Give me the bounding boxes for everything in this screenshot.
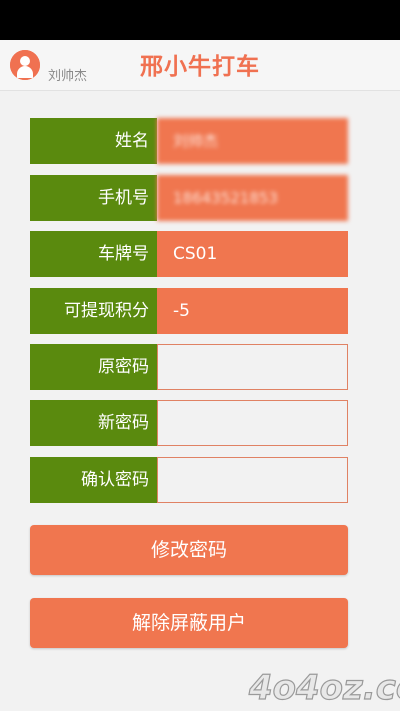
new-password-label: 新密码 — [30, 400, 157, 446]
phone-value: 18643521853 — [157, 175, 348, 221]
points-label: 可提现积分 — [30, 288, 157, 334]
old-password-row: 原密码 — [30, 344, 348, 390]
points-value: -5 — [157, 288, 348, 334]
watermark-text: 4o4oz.com — [248, 668, 400, 708]
change-password-button[interactable]: 修改密码 — [30, 525, 348, 575]
name-label: 姓名 — [30, 118, 157, 164]
confirm-password-input[interactable] — [157, 457, 348, 503]
new-password-row: 新密码 — [30, 400, 348, 446]
plate-label: 车牌号 — [30, 231, 157, 277]
name-value: 刘帅杰 — [157, 118, 348, 164]
new-password-input[interactable] — [157, 400, 348, 446]
unblock-users-button[interactable]: 解除屏蔽用户 — [30, 598, 348, 648]
confirm-password-label: 确认密码 — [30, 457, 157, 503]
phone-label: 手机号 — [30, 175, 157, 221]
points-row: 可提现积分 -5 — [30, 288, 348, 334]
name-row: 姓名 刘帅杰 — [30, 118, 348, 164]
site-watermark-logo: 4o4oz.com — [247, 667, 400, 708]
plate-value: CS01 — [157, 231, 348, 277]
status-bar — [0, 0, 400, 40]
plate-row: 车牌号 CS01 — [30, 231, 348, 277]
phone-row: 手机号 18643521853 — [30, 175, 348, 221]
page-title: 邢小牛打车 — [140, 54, 260, 80]
old-password-input[interactable] — [157, 344, 348, 390]
old-password-label: 原密码 — [30, 344, 157, 390]
confirm-password-row: 确认密码 — [30, 457, 348, 503]
